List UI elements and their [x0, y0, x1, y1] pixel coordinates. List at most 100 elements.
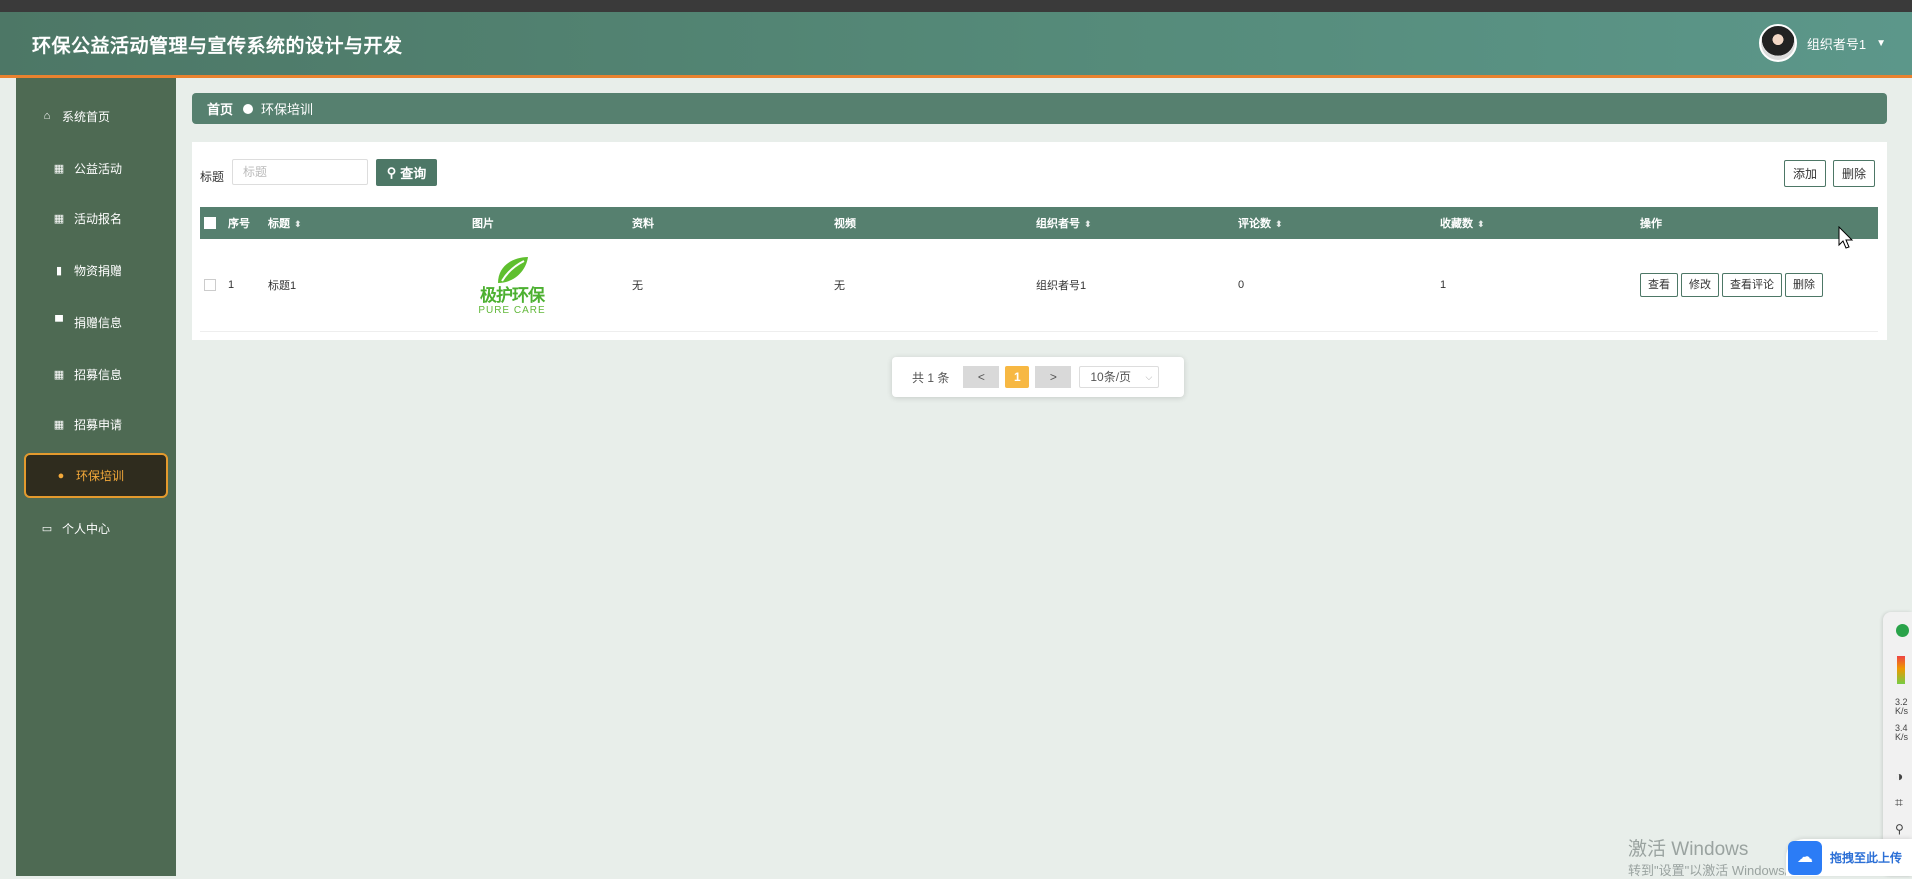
- view-button[interactable]: 查看: [1640, 273, 1678, 297]
- select-all-checkbox[interactable]: [200, 207, 228, 239]
- grid-icon: ▦: [53, 368, 65, 381]
- logo-cn-text: 极护环保: [480, 286, 545, 305]
- search-label: 标题: [200, 170, 225, 184]
- pagination-total: 共 1 条: [912, 370, 950, 385]
- upload-rate: 3.2 K/s: [1895, 698, 1908, 716]
- windows-activation-hint: 转到"设置"以激活 Windows。: [1628, 863, 1798, 878]
- col-header-comments[interactable]: 评论数 ⬍: [1238, 207, 1440, 239]
- upload-rate-unit: K/s: [1895, 706, 1909, 716]
- content-panel: 标题 ⚲ 查询 添加 删除 序号 标题 ⬍ 图片 资料 视频 组织者号 ⬍ 评论数 ⬍…: [192, 142, 1887, 340]
- pagination: 共 1 条 < 1 > 10条/页 ⌵: [892, 357, 1184, 397]
- cell-material: 无: [632, 239, 834, 332]
- pin-icon: ●: [57, 469, 65, 482]
- sidebar-item-label: 招募信息: [74, 367, 123, 382]
- data-table: 序号 标题 ⬍ 图片 资料 视频 组织者号 ⬍ 评论数 ⬍ 收藏数 ⬍ 操作 1 标题1: [200, 207, 1878, 332]
- col-header-organizer[interactable]: 组织者号 ⬍: [1036, 207, 1238, 239]
- avatar[interactable]: [1758, 24, 1797, 62]
- mouse-cursor-icon: [1838, 226, 1854, 249]
- sidebar-item-recruit-apply[interactable]: ▦ 招募申请: [24, 404, 168, 444]
- chevron-down-icon: ⌵: [1145, 372, 1153, 382]
- page-number-button[interactable]: 1: [1005, 366, 1030, 388]
- sort-icon[interactable]: ⬍: [1084, 219, 1092, 229]
- grid-icon: ▦: [53, 212, 65, 225]
- caret-down-icon[interactable]: ▼: [1876, 38, 1886, 49]
- system-tray-widget: 3.2 K/s 3.4 K/s ◑ ⌗ ⚲: [1883, 612, 1912, 876]
- col-header-video: 视频: [834, 207, 1036, 239]
- user-name[interactable]: 组织者号1: [1807, 34, 1866, 53]
- grid-icon: ▦: [53, 162, 65, 175]
- user-menu[interactable]: 组织者号1 ▼: [1758, 24, 1886, 62]
- download-rate-unit: K/s: [1895, 732, 1909, 742]
- app-title: 环保公益活动管理与宣传系统的设计与开发: [32, 36, 403, 57]
- delete-button[interactable]: 删除: [1833, 160, 1876, 187]
- sidebar-item-eco-training[interactable]: ● 环保培训: [24, 453, 168, 498]
- windows-activation-title: 激活 Windows: [1628, 839, 1749, 860]
- page-size-value: 10条/页: [1090, 370, 1132, 384]
- sidebar-item-recruit-info[interactable]: ▦ 招募信息: [24, 354, 168, 394]
- col-header-label: 收藏数: [1440, 218, 1473, 230]
- upload-widget[interactable]: ☁ 拖拽至此上传: [1786, 839, 1912, 876]
- row-checkbox[interactable]: [200, 239, 228, 332]
- prev-page-button[interactable]: <: [963, 366, 1000, 388]
- sidebar-item-label: 系统首页: [62, 109, 111, 124]
- cell-favorites: 1: [1440, 239, 1640, 332]
- sort-icon[interactable]: ⬍: [1275, 219, 1283, 229]
- browser-top-strip: [0, 0, 1912, 12]
- row-delete-button[interactable]: 删除: [1785, 273, 1823, 297]
- sort-icon[interactable]: ⬍: [294, 219, 302, 229]
- sidebar-item-label: 环保培训: [76, 469, 125, 483]
- cloud-icon: ☁: [1788, 840, 1822, 875]
- cell-organizer: 组织者号1: [1036, 239, 1238, 332]
- shield-icon: [1896, 624, 1909, 637]
- col-header-label: 评论数: [1238, 218, 1271, 230]
- home-icon: ⌂: [43, 110, 51, 122]
- cell-image: 极护环保 PURE CARE: [472, 239, 632, 332]
- sidebar-item-label: 招募申请: [74, 417, 123, 432]
- add-button[interactable]: 添加: [1784, 160, 1827, 187]
- sidebar: ⌂ 系统首页 ▦ 公益活动 ▦ 活动报名 ▮ 物资捐赠 ▀ 捐赠信息 ▦ 招募信…: [16, 78, 176, 876]
- col-header-label: 标题: [268, 218, 290, 230]
- logo-en-text: PURE CARE: [478, 305, 546, 316]
- page-size-select[interactable]: 10条/页 ⌵: [1079, 366, 1160, 388]
- sidebar-item-home[interactable]: ⌂ 系统首页: [24, 96, 168, 136]
- view-comments-button[interactable]: 查看评论: [1722, 273, 1782, 297]
- crop-icon[interactable]: ⌗: [1895, 794, 1903, 811]
- breadcrumb: 首页 环保培训: [192, 93, 1887, 124]
- col-header-index: 序号: [228, 207, 268, 239]
- col-header-title[interactable]: 标题 ⬍: [268, 207, 472, 239]
- col-header-label: 组织者号: [1036, 218, 1080, 230]
- table-header-row: 序号 标题 ⬍ 图片 资料 视频 组织者号 ⬍ 评论数 ⬍ 收藏数 ⬍ 操作: [200, 207, 1878, 239]
- search-input[interactable]: [232, 159, 368, 185]
- sidebar-item-personal-center[interactable]: ▭ 个人中心: [24, 508, 168, 548]
- sidebar-item-label: 活动报名: [74, 211, 123, 226]
- search-button-label: 查询: [400, 166, 427, 181]
- next-page-button[interactable]: >: [1035, 366, 1072, 388]
- col-header-material: 资料: [632, 207, 834, 239]
- leaf-icon: [498, 257, 528, 283]
- meter-icon: [1897, 656, 1905, 684]
- sort-icon[interactable]: ⬍: [1477, 219, 1485, 229]
- cell-index: 1: [228, 239, 268, 332]
- refresh-icon[interactable]: ◑: [1895, 768, 1903, 784]
- sidebar-item-material-donation[interactable]: ▮ 物资捐赠: [24, 250, 168, 290]
- sidebar-item-donation-info[interactable]: ▀ 捐赠信息: [24, 302, 168, 342]
- pure-care-logo: 极护环保 PURE CARE: [472, 249, 552, 321]
- upload-label: 拖拽至此上传: [1830, 851, 1903, 865]
- search-button[interactable]: ⚲ 查询: [376, 159, 437, 186]
- sidebar-item-activity-signup[interactable]: ▦ 活动报名: [24, 198, 168, 238]
- sidebar-item-label: 物资捐赠: [74, 263, 123, 278]
- cell-video: 无: [834, 239, 1036, 332]
- download-rate: 3.4 K/s: [1895, 724, 1908, 742]
- cell-actions: 查看 修改 查看评论 删除: [1640, 239, 1878, 332]
- book-icon: ▮: [55, 264, 63, 277]
- col-header-favorites[interactable]: 收藏数 ⬍: [1440, 207, 1640, 239]
- col-header-image: 图片: [472, 207, 632, 239]
- breadcrumb-home[interactable]: 首页: [207, 99, 233, 118]
- edit-button[interactable]: 修改: [1681, 273, 1719, 297]
- search-icon: ⚲: [386, 164, 397, 180]
- cell-title: 标题1: [268, 239, 472, 332]
- search-icon[interactable]: ⚲: [1895, 822, 1904, 836]
- monitor-icon: ▀: [55, 316, 63, 328]
- sidebar-item-charity-activity[interactable]: ▦ 公益活动: [24, 148, 168, 188]
- dot-icon: [243, 103, 254, 114]
